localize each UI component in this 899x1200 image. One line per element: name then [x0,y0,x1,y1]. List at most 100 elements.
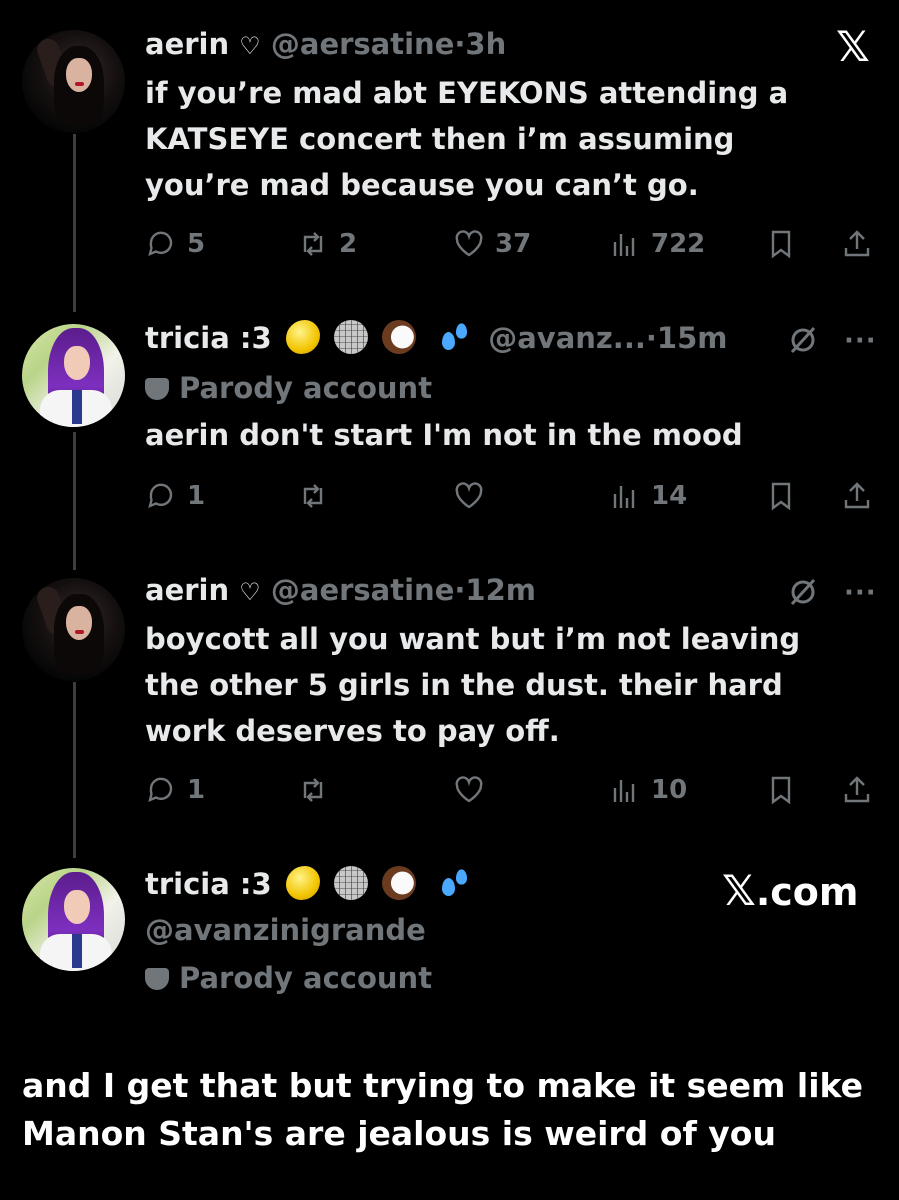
like-button[interactable] [453,476,485,516]
coconut-icon [382,866,417,900]
like-button[interactable] [453,770,485,810]
separator-dot: · [454,573,466,607]
timestamp[interactable]: 15m [657,321,728,355]
bookmark-button[interactable] [765,224,797,264]
sweat-droplets-icon [438,866,472,900]
views-count: 722 [651,229,706,259]
user-handle-row: @avanzinigrande [145,910,426,950]
close-button[interactable]: 𝕏 [836,22,870,71]
views-icon [613,486,635,508]
retweet-icon [303,232,323,256]
caption-text: and I get that but trying to make it see… [22,1066,864,1153]
bookmark-icon [771,230,791,259]
retweet-icon [303,778,323,802]
user-handle[interactable]: @avanzinigrande [145,913,426,947]
thread-line [73,134,76,312]
bookmark-button[interactable] [765,770,797,810]
heart-icon [455,482,483,509]
user-handle[interactable]: @avanz... [488,321,646,355]
separator-dot: · [454,27,466,61]
share-button[interactable] [841,476,873,516]
tweet-header: tricia :3 [145,864,472,904]
display-name[interactable]: tricia :3 [145,321,272,355]
retweet-button[interactable] [297,770,329,810]
like-button[interactable]: 37 [453,224,531,264]
coconut-icon [382,320,417,354]
tweet-header: aerin ♡ @aersatine·12m [145,570,536,612]
timestamp[interactable]: 3h [465,27,506,61]
views-count: 10 [651,775,688,805]
lemon-icon [285,320,320,354]
separator-dot: · [645,321,657,355]
heart-outline-icon: ♡ [239,32,261,60]
user-handle[interactable]: @aersatine [271,27,455,61]
tweet-actions: 5 2 37 722 [145,224,885,264]
more-options-button[interactable]: ··· [844,326,877,356]
tweet-header: tricia :3 @avanz...·15m [145,318,727,358]
retweet-count: 2 [339,229,358,259]
timestamp[interactable]: 12m [465,573,536,607]
bookmark-icon [771,482,791,511]
avatar[interactable] [22,868,125,971]
tweet-text: aerin don't start I'm not in the mood [145,418,743,452]
views-button[interactable]: 10 [609,770,687,810]
share-button[interactable] [841,224,873,264]
share-button[interactable] [841,770,873,810]
tweet-actions: 1 14 [145,476,885,516]
avatar[interactable] [22,324,125,427]
tweet-text: if you’re mad abt EYEKONS attending a KA… [145,76,789,202]
grok-icon[interactable] [786,575,820,609]
retweet-button[interactable]: 2 [297,224,357,264]
x-com-watermark: 𝕏.com [722,866,859,915]
sweat-droplets-icon [438,320,472,354]
display-name[interactable]: tricia :3 [145,867,272,901]
thread-line [73,682,76,858]
reply-count: 1 [187,775,206,805]
mask-icon [145,378,169,400]
tweet-actions: 1 10 [145,770,885,810]
reply-count: 1 [187,481,206,511]
bookmark-button[interactable] [765,476,797,516]
parody-label: Parody account [145,958,432,998]
tweet-text: boycott all you want but i’m not leaving… [145,622,801,748]
x-logo-icon: 𝕏 [722,866,756,915]
parody-text: Parody account [179,371,433,405]
thread-line [73,432,76,570]
views-button[interactable]: 14 [609,476,687,516]
share-icon [844,776,870,803]
lemon-icon [285,866,320,900]
disco-ball-icon [333,320,368,354]
heart-icon [455,230,483,257]
reply-button[interactable]: 1 [145,770,205,810]
retweet-icon [303,484,323,508]
views-button[interactable]: 722 [609,224,705,264]
like-count: 37 [495,229,532,259]
mask-icon [145,968,169,990]
avatar[interactable] [22,578,125,681]
views-icon [613,234,635,256]
disco-ball-icon [333,866,368,900]
display-name[interactable]: aerin [145,573,229,607]
avatar[interactable] [22,30,125,133]
share-icon [844,230,870,257]
bookmark-icon [771,776,791,805]
display-name[interactable]: aerin [145,27,229,61]
reply-button[interactable]: 1 [145,476,205,516]
reply-icon [148,777,173,803]
heart-outline-icon: ♡ [239,578,261,606]
grok-icon[interactable] [786,323,820,357]
watermark-text: .com [755,870,859,914]
reply-count: 5 [187,229,206,259]
parody-label: Parody account [145,368,432,408]
reply-icon [148,483,173,509]
views-count: 14 [651,481,688,511]
share-icon [844,482,870,509]
user-handle[interactable]: @aersatine [271,573,455,607]
more-options-button[interactable]: ··· [844,578,877,608]
retweet-button[interactable] [297,476,329,516]
reply-icon [148,231,173,257]
reply-button[interactable]: 5 [145,224,205,264]
tweet-header: aerin ♡ @aersatine·3h [145,24,506,66]
parody-text: Parody account [179,961,433,995]
heart-icon [455,776,483,803]
